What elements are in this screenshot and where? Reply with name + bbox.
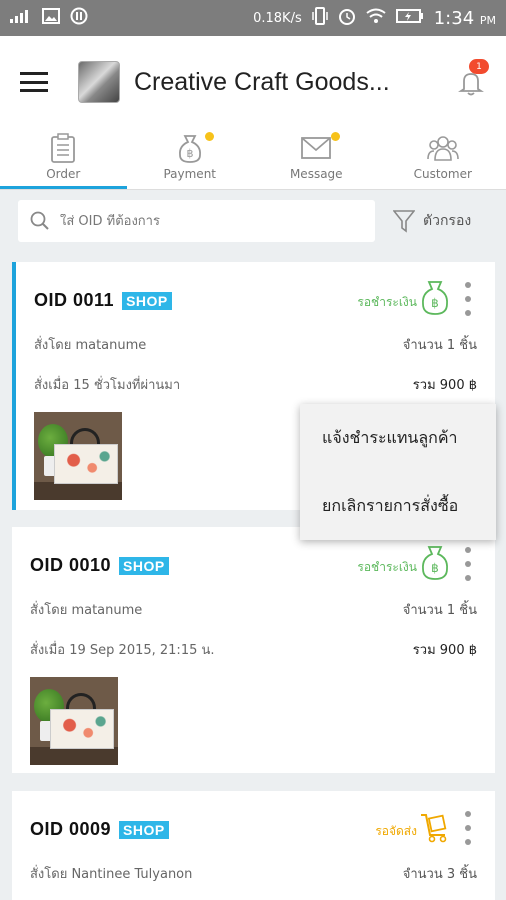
payment-dot — [204, 132, 214, 141]
order-total: รวม 900 ฿ — [412, 378, 477, 393]
message-dot — [331, 132, 341, 141]
order-id: OID 0011 SHOP — [34, 290, 172, 311]
order-context-menu: แจ้งชำระแทนลูกค้า ยกเลิกรายการสั่งซื้อ — [300, 404, 496, 540]
ordered-when: สั่งเมื่อ 15 ชั่วโมงที่ผ่านมา — [34, 378, 181, 393]
more-options-icon[interactable] — [463, 811, 473, 845]
more-options-icon[interactable] — [463, 282, 473, 316]
search-row: ตัวกรอง — [0, 190, 506, 252]
order-quantity: จำนวน 1 ชิ้น — [402, 603, 477, 618]
money-bag-icon: ฿ — [422, 546, 448, 580]
more-options-icon[interactable] — [463, 547, 473, 581]
battery-icon — [395, 8, 424, 28]
signal-icon — [10, 9, 32, 27]
search-icon — [30, 211, 49, 230]
notification-button[interactable]: 1 — [456, 59, 489, 97]
delivery-cart-icon — [421, 814, 447, 843]
menu-icon[interactable] — [20, 72, 48, 92]
order-id-text: OID 0010 — [30, 555, 112, 575]
tab-payment[interactable]: ฿ Payment — [127, 128, 254, 189]
shop-badge: SHOP — [122, 291, 172, 310]
shop-badge: SHOP — [119, 820, 169, 839]
envelope-icon — [301, 137, 332, 159]
order-quantity: จำนวน 1 ชิ้น — [402, 338, 477, 353]
tab-order-label: Order — [46, 167, 81, 181]
search-input[interactable] — [60, 213, 340, 229]
order-id: OID 0010 SHOP — [30, 555, 169, 576]
tab-message[interactable]: Message — [253, 128, 380, 189]
menu-item-pay-for-customer[interactable]: แจ้งชำระแทนลูกค้า — [300, 404, 496, 472]
order-status: รอชำระเงิน — [357, 295, 417, 309]
order-status: รอจัดส่ง — [375, 824, 417, 838]
filter-button[interactable]: ตัวกรอง — [393, 209, 471, 233]
order-card[interactable]: OID 0009 SHOP รอจัดส่ง สั่งโดย Nantinee … — [12, 791, 495, 900]
ordered-by: สั่งโดย matanume — [30, 603, 143, 618]
wifi-icon — [366, 8, 386, 28]
order-card[interactable]: OID 0010 SHOP รอชำระเงิน ฿ สั่งโดย matan… — [12, 527, 495, 773]
order-id-text: OID 0011 — [34, 290, 115, 310]
page-title: Creative Craft Goods... — [134, 67, 390, 96]
order-total: รวม 900 ฿ — [412, 643, 477, 658]
net-speed: 0.18K/s — [253, 10, 302, 26]
svg-text:฿: ฿ — [431, 561, 439, 575]
notification-badge: 1 — [469, 59, 489, 74]
svg-text:฿: ฿ — [431, 296, 439, 310]
image-icon — [42, 8, 60, 28]
menu-item-cancel-order[interactable]: ยกเลิกรายการสั่งซื้อ — [300, 472, 496, 540]
users-icon — [426, 136, 459, 161]
filter-label: ตัวกรอง — [423, 213, 472, 229]
status-bar: 0.18K/s 1:34 PM — [0, 0, 506, 36]
svg-text:฿: ฿ — [186, 147, 193, 160]
product-thumbnail[interactable] — [30, 677, 118, 765]
tab-message-label: Message — [289, 167, 343, 181]
tab-customer[interactable]: Customer — [380, 128, 506, 189]
tab-bar: Order ฿ Payment Message Customer — [0, 128, 506, 190]
tab-payment-label: Payment — [163, 167, 217, 181]
clock-ampm: PM — [479, 13, 496, 27]
search-box[interactable] — [18, 200, 375, 242]
order-id: OID 0009 SHOP — [30, 819, 169, 840]
filter-icon — [393, 210, 415, 233]
order-status: รอชำระเงิน — [357, 560, 417, 574]
clipboard-icon — [51, 133, 76, 163]
app-bar: Creative Craft Goods... 1 — [0, 36, 506, 128]
money-bag-icon: ฿ — [178, 135, 201, 163]
shop-badge: SHOP — [119, 556, 169, 575]
ordered-when: สั่งเมื่อ 19 Sep 2015, 21:15 น. — [30, 643, 215, 658]
product-thumbnail[interactable] — [34, 412, 122, 500]
shop-logo[interactable] — [78, 61, 120, 103]
alarm-clock-icon — [338, 7, 356, 29]
alarm-app-icon — [70, 7, 88, 29]
tab-customer-label: Customer — [413, 167, 472, 181]
order-id-text: OID 0009 — [30, 819, 112, 839]
money-bag-icon: ฿ — [422, 281, 448, 315]
clock-time: 1:34 — [433, 7, 475, 29]
ordered-by: สั่งโดย matanume — [34, 338, 147, 353]
vibrate-icon — [311, 7, 328, 29]
tab-order[interactable]: Order — [0, 128, 127, 189]
ordered-by: สั่งโดย Nantinee Tulyanon — [30, 867, 193, 882]
order-quantity: จำนวน 3 ชิ้น — [402, 867, 477, 882]
